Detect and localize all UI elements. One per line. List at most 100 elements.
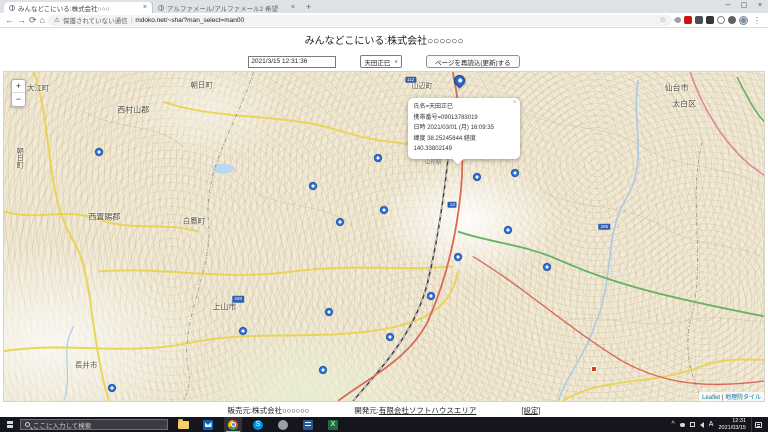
extension-icon[interactable]: [717, 16, 725, 24]
tab-alpha-mail[interactable]: アルファメール/アルファメール2 希望 ×: [152, 2, 300, 13]
route-shield: 286: [598, 223, 611, 230]
excel-icon[interactable]: X: [324, 417, 342, 432]
pin-extension-icon[interactable]: [673, 15, 683, 25]
address-divider: |: [130, 16, 133, 24]
tab-close-icon[interactable]: ×: [291, 4, 295, 11]
map-zoom-control: + −: [11, 79, 26, 107]
new-tab-button[interactable]: +: [300, 2, 317, 13]
start-button[interactable]: [0, 417, 20, 432]
developer-link[interactable]: 有限会社ソフトハウスエリア: [379, 406, 477, 415]
seller-text: 販売元:株式会社○○○○○○: [227, 406, 310, 415]
onedrive-icon[interactable]: [679, 422, 685, 427]
route-shield: 13: [447, 201, 457, 208]
tray-chevron-icon[interactable]: ^: [672, 421, 675, 428]
reload-icon[interactable]: ⟳: [29, 15, 37, 25]
location-marker[interactable]: [335, 217, 344, 226]
chrome-icon[interactable]: [224, 417, 242, 432]
map-place-label: 上山市: [212, 302, 237, 312]
location-marker[interactable]: [386, 333, 395, 342]
location-marker[interactable]: [373, 153, 382, 162]
location-marker[interactable]: [324, 308, 333, 317]
pin-icon: [451, 72, 468, 89]
clock-time: 12:31: [732, 417, 746, 424]
location-marker[interactable]: [510, 168, 519, 177]
network-icon[interactable]: [689, 422, 695, 427]
marker-popup: × 氏名=天田正巳 携帯番号=09013783019 日時 2021/03/01…: [407, 98, 520, 165]
page-footer: 販売元:株式会社○○○○○○ 開発元:有限会社ソフトハウスエリア [設定]: [0, 405, 768, 416]
address-bar[interactable]: ⚠ 保護されていない通信 | mdoko.net/~sha/?man_selec…: [47, 14, 672, 26]
window-controls: ─ ▢ ×: [720, 0, 768, 11]
map-place-label: 大江町: [26, 83, 50, 93]
location-marker[interactable]: [473, 172, 482, 181]
minimize-button[interactable]: ─: [720, 0, 736, 11]
map-attribution: Leaflet | 地理院タイル: [699, 392, 764, 401]
zoom-in-button[interactable]: +: [12, 80, 25, 93]
browser-menu-icon[interactable]: ⋮: [751, 16, 763, 25]
map-place-label: 仙台市: [664, 83, 689, 93]
adobe-acrobat-icon[interactable]: [684, 16, 692, 24]
browser-tabstrip: みんなどこにいる:株式会社○○○ × アルファメール/アルファメール2 希望 ×…: [0, 0, 768, 13]
location-marker[interactable]: [95, 147, 103, 156]
mail-app-icon[interactable]: [199, 417, 217, 432]
route-shield: 348: [232, 295, 244, 303]
tab-minna-dokoni-iru[interactable]: みんなどこにいる:株式会社○○○ ×: [4, 2, 152, 13]
location-marker[interactable]: [380, 205, 388, 214]
map-container[interactable]: 大江町 朝日町 西村山郡 山辺町 仙台市 太白区 西置賜郡 白鷹町 上山市 長井市 朝日町 山形駅 11…: [3, 71, 765, 402]
word-app-icon[interactable]: [299, 417, 317, 432]
route-shield: 112: [405, 76, 417, 84]
map-place-label: 西置賜郡: [88, 212, 121, 222]
taskbar-search-input[interactable]: ここに入力して検索: [20, 419, 168, 430]
action-center-icon[interactable]: [751, 417, 765, 432]
pin-marker[interactable]: [451, 72, 468, 89]
home-icon[interactable]: ⌂: [40, 15, 45, 25]
warning-icon: ⚠: [53, 17, 60, 24]
taskbar-clock[interactable]: 12:31 2021/03/15: [718, 418, 746, 431]
app-icon[interactable]: [274, 417, 292, 432]
tab-close-icon[interactable]: ×: [143, 4, 147, 11]
page-title: みんなどこにいる:株式会社○○○○○○: [304, 36, 464, 47]
location-marker[interactable]: [543, 263, 552, 272]
bookmark-star-icon[interactable]: ☆: [660, 16, 666, 24]
volume-icon[interactable]: [699, 421, 704, 428]
skype-icon[interactable]: S: [249, 417, 267, 432]
globe-favicon-icon: [9, 4, 15, 11]
location-marker[interactable]: [107, 383, 116, 392]
map-place-label: 白鷹町: [182, 216, 206, 226]
back-icon[interactable]: ←: [5, 15, 14, 25]
extension-icon[interactable]: [728, 16, 736, 24]
location-marker[interactable]: [308, 181, 317, 190]
windows-taskbar: ここに入力して検索 S X ^ A 12:31 2021/03/15: [0, 417, 768, 432]
forward-icon[interactable]: →: [17, 15, 26, 25]
leaflet-link[interactable]: Leaflet: [702, 395, 720, 401]
security-label[interactable]: 保護されていない通信: [63, 15, 128, 25]
datetime-input[interactable]: [248, 55, 337, 68]
extension-icons: [673, 15, 748, 25]
search-placeholder: ここに入力して検索: [33, 422, 92, 430]
extension-icon[interactable]: [706, 16, 714, 24]
page-url[interactable]: mdoko.net/~sha/?man_select=man00: [135, 17, 244, 24]
location-marker[interactable]: [454, 252, 463, 261]
settings-link[interactable]: [設定]: [521, 405, 540, 416]
popup-close-icon[interactable]: ×: [512, 99, 516, 106]
extension-icon[interactable]: [695, 16, 703, 24]
chevron-down-icon: ∨: [394, 58, 398, 65]
taskbar-apps: S X: [174, 417, 342, 432]
controls-row: 天田正巳 ∨ ページを再読込(更新)する: [0, 55, 768, 68]
popup-datetime: 日時 2021/03/01 (月) 16:09:35: [413, 125, 494, 132]
maximize-button[interactable]: ▢: [736, 0, 752, 11]
person-select[interactable]: 天田正巳 ∨: [360, 55, 402, 68]
gsi-tiles-link[interactable]: 地理院タイル: [725, 395, 761, 401]
location-marker[interactable]: [238, 327, 247, 336]
web-page: みんなどこにいる:株式会社○○○○○○ 天田正巳 ∨ ページを再読込(更新)する: [0, 28, 768, 417]
close-window-button[interactable]: ×: [752, 0, 768, 11]
reload-page-button[interactable]: ページを再読込(更新)する: [425, 55, 520, 68]
zoom-out-button[interactable]: −: [12, 93, 25, 106]
search-icon: [25, 422, 30, 427]
profile-avatar[interactable]: [739, 15, 748, 25]
location-marker[interactable]: [503, 225, 512, 234]
location-marker[interactable]: [427, 292, 436, 301]
map-place-label: 西村山郡: [117, 105, 150, 115]
ime-language-indicator[interactable]: A: [709, 421, 714, 428]
file-explorer-icon[interactable]: [174, 417, 192, 432]
location-marker[interactable]: [319, 366, 328, 375]
